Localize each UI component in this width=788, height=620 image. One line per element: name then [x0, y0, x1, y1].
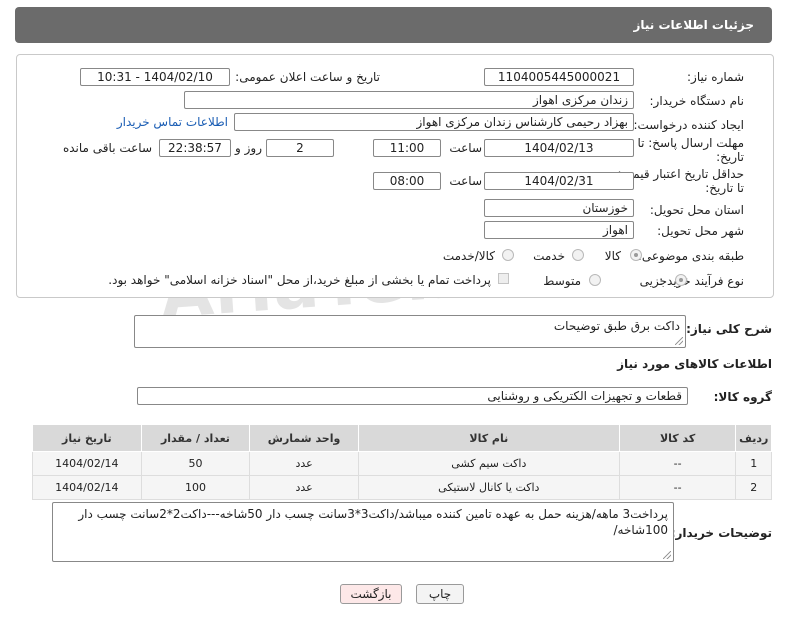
- reply-deadline-time-field: 11:00: [373, 139, 441, 157]
- cell-row-number: 1: [735, 451, 772, 476]
- process-option-minor: جزیی: [639, 274, 667, 288]
- remaining-time-label: ساعت باقی مانده: [62, 141, 152, 155]
- cell-goods-code: --: [618, 475, 737, 500]
- table-row: 2 -- داکت یا کانال لاستیکی عدد 100 1404/…: [32, 475, 772, 500]
- need-number-label: شماره نیاز:: [687, 70, 744, 84]
- price-validity-time-label: ساعت: [449, 174, 482, 188]
- cell-need-date: 1404/02/14: [32, 475, 142, 500]
- process-type-label: نوع فرآیند خرید :: [659, 274, 744, 288]
- price-validity-label-2: تا تاریخ:: [705, 181, 744, 195]
- need-number-field: 1104005445000021: [484, 68, 634, 86]
- cell-goods-name: داکت سیم کشی: [357, 451, 620, 476]
- treasury-payment-checkbox[interactable]: [498, 273, 509, 284]
- announce-datetime-field: 1404/02/10 - 10:31: [80, 68, 230, 86]
- buyer-contact-link[interactable]: اطلاعات تماس خریدار: [117, 115, 228, 129]
- cell-unit: عدد: [249, 475, 359, 500]
- province-label: استان محل تحویل:: [649, 203, 744, 217]
- category-option-service: خدمت: [533, 249, 565, 263]
- print-button[interactable]: چاپ: [416, 584, 464, 604]
- buyer-notes-text: پرداخت3 ماهه/هزینه حمل به عهده تامین کنن…: [78, 507, 668, 537]
- col-header-unit: واحد شمارش: [249, 424, 359, 452]
- reply-deadline-date-field: 1404/02/13: [484, 139, 634, 157]
- summary-textarea[interactable]: داکت برق طبق توضیحات: [134, 315, 686, 348]
- reply-deadline-label-2: تاریخ:: [716, 150, 744, 164]
- category-label: طبقه بندی موضوعی:: [637, 249, 744, 263]
- process-radio-minor[interactable]: [675, 274, 687, 286]
- col-header-goods-code: کد کالا: [618, 424, 737, 452]
- page-title: جزئیات اطلاعات نیاز: [633, 18, 754, 32]
- remaining-time-field: 22:38:57: [159, 139, 231, 157]
- category-option-goods-service: کالا/خدمت: [442, 249, 495, 263]
- table-header-row: ردیف کد کالا نام کالا واحد شمارش تعداد /…: [32, 424, 772, 452]
- summary-label: شرح کلی نیاز:: [686, 322, 772, 336]
- goods-section-title: اطلاعات کالاهای مورد نیاز: [617, 357, 772, 371]
- back-button[interactable]: بازگشت: [340, 584, 402, 604]
- cell-quantity: 100: [140, 475, 251, 500]
- resize-handle-icon[interactable]: [675, 337, 683, 345]
- buyer-org-field: زندان مرکزی اهواز: [184, 91, 634, 109]
- price-validity-label: حداقل تاریخ اعتبار قیمت:: [617, 167, 744, 181]
- city-label: شهر محل تحویل:: [657, 224, 744, 238]
- goods-group-label: گروه کالا:: [713, 390, 772, 404]
- reply-days-label: روز و: [235, 141, 262, 155]
- goods-group-field: قطعات و تجهیزات الکتریکی و روشنایی: [137, 387, 688, 405]
- col-header-need-date: تاریخ نیاز: [32, 424, 142, 452]
- reply-deadline-label: مهلت ارسال پاسخ: تا: [637, 136, 744, 150]
- price-validity-date-field: 1404/02/31: [484, 172, 634, 190]
- process-option-medium: متوسط: [543, 274, 581, 288]
- col-header-quantity: تعداد / مقدار: [140, 424, 251, 452]
- table-row: 1 -- داکت سیم کشی عدد 50 1404/02/14: [32, 451, 772, 476]
- buyer-org-label: نام دستگاه خریدار:: [649, 94, 745, 108]
- col-header-row-number: ردیف: [735, 424, 772, 452]
- treasury-payment-note: پرداخت تمام یا بخشی از مبلغ خرید،از محل …: [108, 273, 491, 287]
- cell-need-date: 1404/02/14: [32, 451, 142, 476]
- resize-handle-icon[interactable]: [663, 551, 671, 559]
- reply-deadline-time-label: ساعت: [449, 141, 482, 155]
- price-validity-time-field: 08:00: [373, 172, 441, 190]
- process-radio-medium[interactable]: [589, 274, 601, 286]
- announce-datetime-label: تاریخ و ساعت اعلان عمومی:: [235, 70, 380, 84]
- province-field: خوزستان: [484, 199, 634, 217]
- cell-goods-code: --: [618, 451, 737, 476]
- goods-table: ردیف کد کالا نام کالا واحد شمارش تعداد /…: [32, 424, 772, 500]
- category-radio-service[interactable]: [572, 249, 584, 261]
- requester-field: بهزاد رحیمی کارشناس زندان مرکزی اهواز: [234, 113, 634, 131]
- requester-label: ایجاد کننده درخواست:: [633, 118, 744, 132]
- cell-quantity: 50: [140, 451, 251, 476]
- col-header-goods-name: نام کالا: [357, 424, 620, 452]
- category-option-goods: کالا: [604, 249, 621, 263]
- summary-text: داکت برق طبق توضیحات: [553, 319, 680, 333]
- cell-goods-name: داکت یا کانال لاستیکی: [357, 475, 620, 500]
- cell-row-number: 2: [735, 475, 772, 500]
- buyer-notes-textarea[interactable]: پرداخت3 ماهه/هزینه حمل به عهده تامین کنن…: [52, 502, 674, 562]
- cell-unit: عدد: [249, 451, 359, 476]
- category-radio-goods[interactable]: [630, 249, 642, 261]
- buyer-notes-label: توضیحات خریدار:: [670, 526, 772, 540]
- page-header: جزئیات اطلاعات نیاز: [15, 7, 772, 43]
- category-radio-goods-service[interactable]: [502, 249, 514, 261]
- reply-days-field: 2: [266, 139, 334, 157]
- city-field: اهواز: [484, 221, 634, 239]
